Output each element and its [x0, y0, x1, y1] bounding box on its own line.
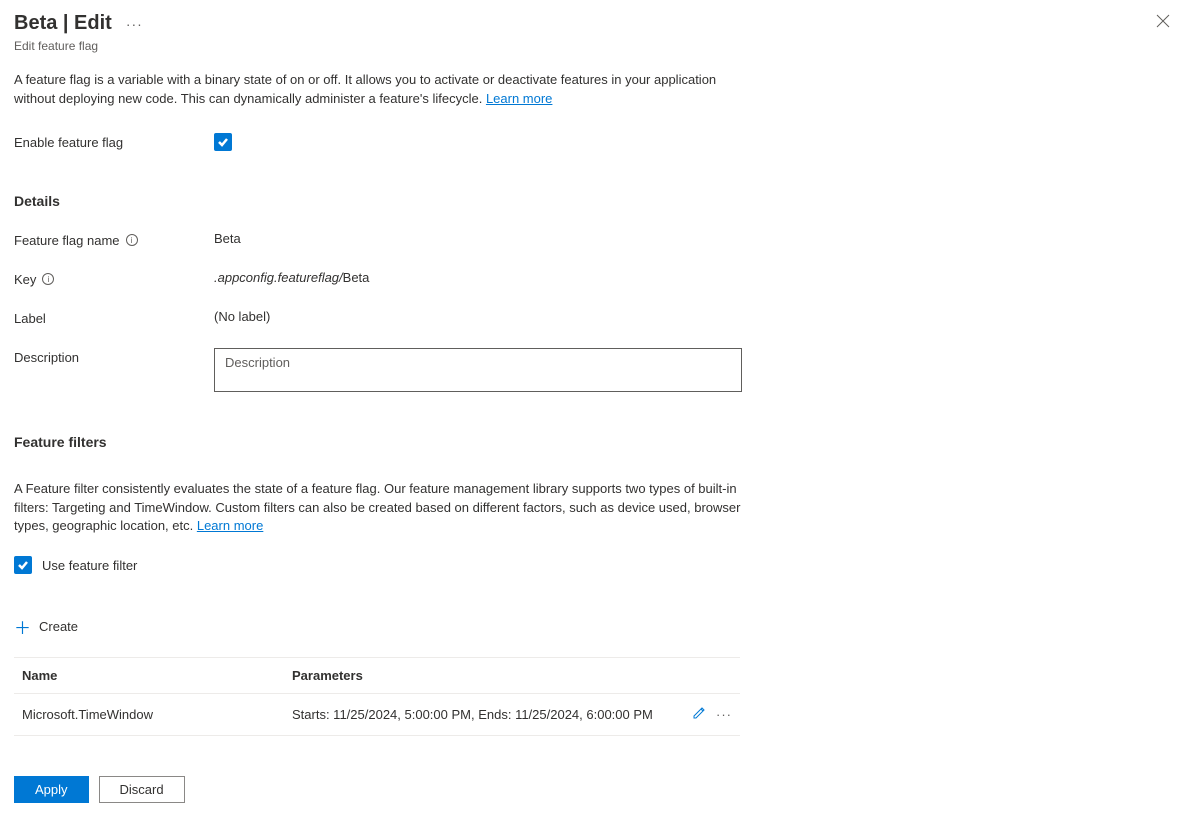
col-params-header: Parameters [292, 668, 672, 683]
checkmark-icon [217, 136, 229, 148]
name-label-text: Feature flag name [14, 233, 120, 248]
create-label: Create [39, 619, 78, 634]
page-subtitle: Edit feature flag [14, 39, 1178, 53]
pencil-icon [692, 706, 706, 720]
details-heading: Details [14, 193, 1178, 209]
footer: Apply Discard [14, 776, 1178, 803]
close-icon [1156, 14, 1170, 28]
filters-intro-text: A Feature filter consistently evaluates … [14, 481, 740, 534]
use-filter-label: Use feature filter [42, 558, 137, 573]
name-row: Feature flag name i Beta [14, 231, 1178, 248]
page-title: Beta | Edit [14, 12, 112, 35]
name-value: Beta [214, 231, 241, 246]
key-suffix: Beta [343, 270, 370, 285]
more-icon[interactable]: ··· [122, 14, 147, 34]
use-filter-checkbox[interactable] [14, 556, 32, 574]
filters-learn-more-link[interactable]: Learn more [197, 518, 263, 533]
header: Beta | Edit ··· [14, 10, 1178, 37]
table-header: Name Parameters [14, 657, 740, 694]
filter-params: Starts: 11/25/2024, 5:00:00 PM, Ends: 11… [292, 707, 672, 722]
enable-checkbox[interactable] [214, 133, 232, 151]
close-button[interactable] [1148, 10, 1178, 37]
description-input[interactable] [214, 348, 742, 392]
filters-heading: Feature filters [14, 434, 1178, 450]
description-row: Description [14, 348, 1178, 392]
col-actions-header [672, 668, 732, 683]
discard-button[interactable]: Discard [99, 776, 185, 803]
label-row: Label (No label) [14, 309, 1178, 326]
create-button[interactable]: ＋ Create [14, 610, 1178, 643]
apply-button[interactable]: Apply [14, 776, 89, 803]
col-name-header: Name [22, 668, 292, 683]
info-icon[interactable]: i [42, 273, 54, 285]
filters-intro: A Feature filter consistently evaluates … [14, 480, 754, 537]
enable-row: Enable feature flag [14, 133, 1178, 151]
intro-text: A feature flag is a variable with a bina… [14, 71, 754, 109]
info-icon[interactable]: i [126, 234, 138, 246]
key-prefix: .appconfig.featureflag/ [214, 270, 343, 285]
table-row: Microsoft.TimeWindow Starts: 11/25/2024,… [14, 694, 740, 736]
intro-body: A feature flag is a variable with a bina… [14, 72, 716, 106]
plus-icon: ＋ [14, 614, 31, 639]
filters-table: Name Parameters Microsoft.TimeWindow Sta… [14, 657, 740, 736]
row-actions: ··· [672, 706, 732, 723]
name-label: Feature flag name i [14, 231, 214, 248]
label-value: (No label) [214, 309, 270, 324]
use-filter-row: Use feature filter [14, 556, 1178, 574]
key-label-text: Key [14, 272, 36, 287]
key-value: .appconfig.featureflag/Beta [214, 270, 369, 285]
description-label: Description [14, 348, 214, 365]
checkmark-icon [17, 559, 29, 571]
filter-name: Microsoft.TimeWindow [22, 707, 292, 722]
edit-button[interactable] [692, 706, 706, 723]
enable-label: Enable feature flag [14, 133, 214, 150]
title-wrap: Beta | Edit ··· [14, 12, 147, 35]
key-label: Key i [14, 270, 214, 287]
label-label: Label [14, 309, 214, 326]
key-row: Key i .appconfig.featureflag/Beta [14, 270, 1178, 287]
learn-more-link[interactable]: Learn more [486, 91, 552, 106]
row-more-button[interactable]: ··· [716, 707, 732, 722]
